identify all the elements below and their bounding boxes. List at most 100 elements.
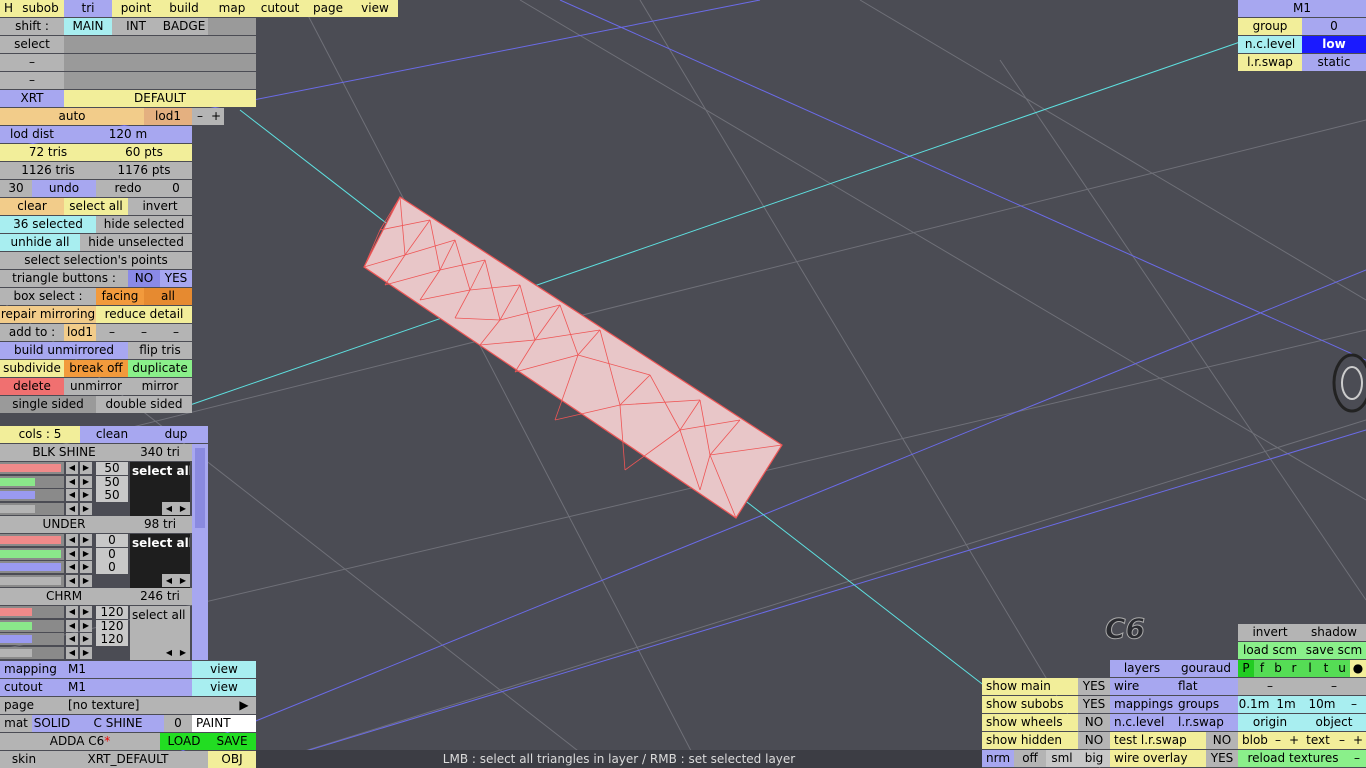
slider-left-arrow-icon[interactable]: ◀ bbox=[66, 547, 78, 560]
slider-right-arrow-icon[interactable]: ▶ bbox=[80, 633, 92, 645]
show-main-value[interactable]: YES bbox=[1078, 678, 1110, 695]
materials-scrollbar[interactable] bbox=[192, 444, 208, 660]
box-select-all[interactable]: all bbox=[144, 288, 192, 305]
wire-overlay-value[interactable]: YES bbox=[1206, 750, 1238, 767]
material-prev-arrow-icon[interactable]: ◀ bbox=[162, 502, 176, 515]
shift-main[interactable]: MAIN bbox=[64, 18, 112, 35]
select-all-button[interactable]: select all bbox=[64, 198, 128, 215]
view-letter-2[interactable]: f bbox=[1254, 660, 1270, 677]
material-next-arrow-icon[interactable]: ▶ bbox=[176, 574, 190, 587]
off-button[interactable]: off bbox=[1014, 750, 1046, 767]
menu-point[interactable]: point bbox=[112, 0, 160, 17]
view-letter-7[interactable]: u bbox=[1334, 660, 1350, 677]
menu-cutout[interactable]: cutout bbox=[256, 0, 304, 17]
br-lr-swap-button[interactable]: l.r.swap bbox=[1174, 714, 1238, 731]
triangle-buttons-yes[interactable]: YES bbox=[160, 270, 192, 287]
groups-button[interactable]: groups bbox=[1174, 696, 1238, 713]
delete-button[interactable]: delete bbox=[0, 378, 64, 395]
layers-button[interactable]: layers bbox=[1110, 660, 1174, 677]
shift-empty[interactable] bbox=[208, 18, 256, 35]
cutout-view-button[interactable]: view bbox=[192, 679, 256, 696]
material-value[interactable]: 0 bbox=[96, 547, 128, 561]
select-slot-3[interactable] bbox=[160, 36, 208, 53]
nrm-button[interactable]: nrm bbox=[982, 750, 1014, 767]
mapping-view-button[interactable]: view bbox=[192, 661, 256, 678]
big-button[interactable]: big bbox=[1078, 750, 1110, 767]
lod-dist-value[interactable]: 120 m bbox=[64, 126, 192, 143]
group-value[interactable]: 0 bbox=[1302, 18, 1366, 35]
material-prev-arrow-icon[interactable]: ◀ bbox=[162, 646, 176, 659]
material-name[interactable]: CHRM bbox=[0, 588, 128, 605]
undo-button[interactable]: undo bbox=[32, 180, 96, 197]
clean-button[interactable]: clean bbox=[80, 426, 144, 443]
obj-button[interactable]: OBJ bbox=[208, 751, 256, 768]
double-sided-button[interactable]: double sided bbox=[96, 396, 192, 413]
material-prev-arrow-icon[interactable]: ◀ bbox=[162, 574, 176, 587]
br-invert-button[interactable]: invert bbox=[1238, 624, 1302, 641]
reload-textures-minus[interactable]: – bbox=[1348, 750, 1366, 767]
slider-left-arrow-icon[interactable]: ◀ bbox=[66, 561, 78, 573]
single-sided-button[interactable]: single sided bbox=[0, 396, 96, 413]
material-value[interactable]: 120 bbox=[96, 606, 128, 619]
reduce-detail-button[interactable]: reduce detail bbox=[96, 306, 192, 323]
mat-solid[interactable]: SOLID bbox=[32, 715, 72, 732]
shift-badge[interactable]: BADGE bbox=[160, 18, 208, 35]
slider-left-arrow-icon[interactable]: ◀ bbox=[66, 462, 78, 474]
text-minus[interactable]: – bbox=[1334, 732, 1350, 749]
slider-right-arrow-icon[interactable]: ▶ bbox=[80, 462, 92, 474]
slider-left-arrow-icon[interactable]: ◀ bbox=[66, 646, 78, 659]
paint-button[interactable]: PAINT bbox=[192, 715, 256, 732]
dash2-slot-3[interactable] bbox=[160, 72, 208, 89]
view-letter-4[interactable]: r bbox=[1286, 660, 1302, 677]
unhide-all-button[interactable]: unhide all bbox=[0, 234, 80, 251]
slider-right-arrow-icon[interactable]: ▶ bbox=[80, 606, 92, 618]
material-next-arrow-icon[interactable]: ▶ bbox=[176, 646, 190, 659]
mesh-selection[interactable] bbox=[363, 196, 783, 519]
view-letter-8[interactable]: ● bbox=[1350, 660, 1366, 677]
gouraud-button[interactable]: gouraud bbox=[1174, 660, 1238, 677]
mapping-value[interactable]: M1 bbox=[64, 661, 192, 678]
sml-button[interactable]: sml bbox=[1046, 750, 1078, 767]
menu-build[interactable]: build bbox=[160, 0, 208, 17]
add-to-slot-2[interactable]: – bbox=[128, 324, 160, 341]
layer-default[interactable]: DEFAULT bbox=[64, 90, 256, 107]
select-points-button[interactable]: select selection's points bbox=[0, 252, 192, 269]
build-unmirrored-button[interactable]: build unmirrored bbox=[0, 342, 128, 359]
br-dash-1[interactable]: – bbox=[1238, 678, 1302, 695]
test-lr-swap-value[interactable]: NO bbox=[1206, 732, 1238, 749]
lod-plus[interactable]: + bbox=[208, 108, 224, 125]
slider-right-arrow-icon[interactable]: ▶ bbox=[80, 574, 92, 587]
br-nc-level-button[interactable]: n.c.level bbox=[1110, 714, 1174, 731]
page-play-icon[interactable]: ▶ bbox=[232, 697, 256, 714]
material-value[interactable]: 50 bbox=[96, 489, 128, 502]
break-off-button[interactable]: break off bbox=[64, 360, 128, 377]
add-to-slot-1[interactable]: – bbox=[96, 324, 128, 341]
dash-slot-2[interactable] bbox=[112, 54, 160, 71]
slider-left-arrow-icon[interactable]: ◀ bbox=[66, 489, 78, 501]
nc-level-value[interactable]: low bbox=[1302, 36, 1366, 53]
material-value[interactable]: 120 bbox=[96, 633, 128, 646]
lr-swap-value[interactable]: static bbox=[1302, 54, 1366, 71]
origin-button[interactable]: origin bbox=[1238, 714, 1302, 731]
select-slot-2[interactable] bbox=[112, 36, 160, 53]
dup-button[interactable]: dup bbox=[144, 426, 208, 443]
page-value[interactable]: [no texture] bbox=[64, 697, 232, 714]
lod-auto[interactable]: auto bbox=[0, 108, 144, 125]
mappings-button[interactable]: mappings bbox=[1110, 696, 1174, 713]
dash2-slot-4[interactable] bbox=[208, 72, 256, 89]
shadow-button[interactable]: shadow bbox=[1302, 624, 1366, 641]
scale-1m-button[interactable]: 1m bbox=[1270, 696, 1302, 713]
dash-slot-3[interactable] bbox=[160, 54, 208, 71]
shift-int[interactable]: INT bbox=[112, 18, 160, 35]
slider-left-arrow-icon[interactable]: ◀ bbox=[66, 502, 78, 515]
slider-left-arrow-icon[interactable]: ◀ bbox=[66, 574, 78, 587]
invert-button[interactable]: invert bbox=[128, 198, 192, 215]
menu-subob[interactable]: subob bbox=[17, 0, 64, 17]
material-name[interactable]: UNDER bbox=[0, 516, 128, 533]
save-button[interactable]: SAVE bbox=[208, 733, 256, 750]
scale-minus-button[interactable]: – bbox=[1342, 696, 1366, 713]
material-value[interactable]: 120 bbox=[96, 619, 128, 633]
redo-button[interactable]: redo bbox=[96, 180, 160, 197]
file-name[interactable]: ADDA C6* bbox=[0, 733, 160, 750]
box-select-facing[interactable]: facing bbox=[96, 288, 144, 305]
